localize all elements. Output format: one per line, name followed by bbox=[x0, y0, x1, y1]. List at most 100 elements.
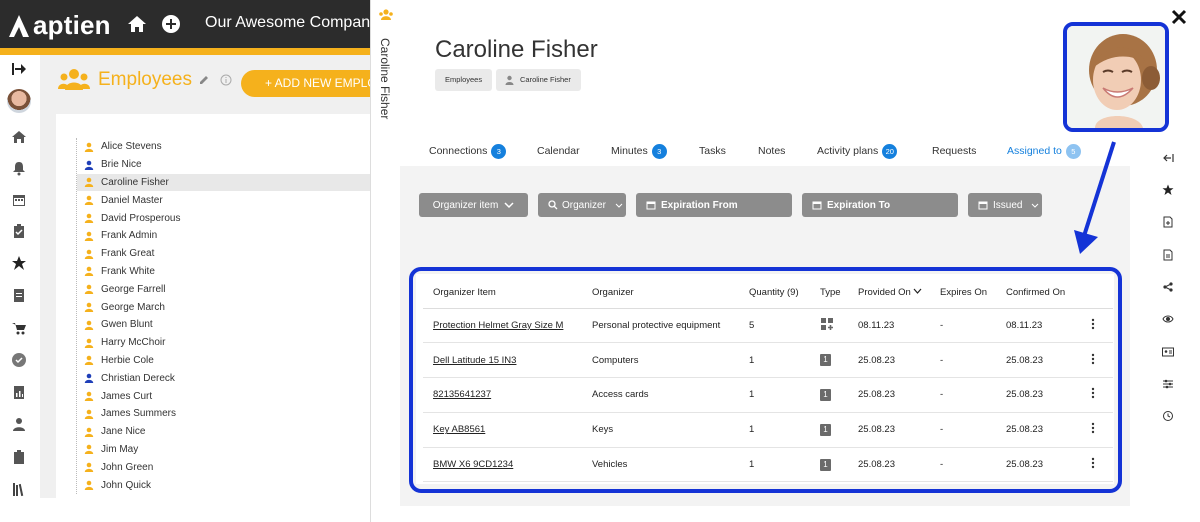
avatar[interactable] bbox=[7, 89, 31, 113]
add-circle-icon[interactable] bbox=[161, 14, 181, 34]
calendar-icon bbox=[646, 201, 656, 210]
clipboard-list-icon[interactable] bbox=[11, 449, 27, 465]
employees-group-icon bbox=[379, 9, 393, 20]
list-item[interactable]: James Curt bbox=[77, 387, 370, 405]
list-item[interactable]: David Prosperous bbox=[77, 209, 370, 227]
logo-mark-icon bbox=[9, 14, 29, 37]
tab-tasks[interactable]: Tasks bbox=[699, 136, 726, 166]
tab-badge: 3 bbox=[491, 143, 507, 159]
tab-requests[interactable]: Requests bbox=[932, 136, 976, 166]
document-icon[interactable] bbox=[1162, 249, 1174, 261]
person-icon bbox=[84, 195, 94, 206]
collapse-arrow-icon[interactable] bbox=[11, 61, 27, 77]
collapse-left-icon[interactable] bbox=[1162, 152, 1174, 164]
calendar-icon bbox=[978, 201, 988, 210]
bell-icon[interactable] bbox=[11, 160, 27, 176]
profile-photo[interactable] bbox=[1067, 26, 1165, 128]
list-item[interactable]: Frank Great bbox=[77, 245, 370, 263]
breadcrumb-person-label: Caroline Fisher bbox=[520, 75, 571, 84]
person-icon bbox=[84, 480, 94, 491]
report-icon[interactable] bbox=[11, 384, 27, 400]
person-icon[interactable] bbox=[11, 416, 27, 432]
file-icon[interactable] bbox=[1162, 216, 1174, 228]
add-new-employee-button[interactable]: + ADD NEW EMPLOYEE bbox=[241, 70, 381, 97]
document-icon[interactable] bbox=[11, 287, 27, 303]
settings-sliders-icon[interactable] bbox=[1162, 378, 1174, 390]
list-item[interactable]: Caroline Fisher bbox=[77, 173, 370, 192]
list-item[interactable]: Herbie Cole bbox=[77, 352, 370, 370]
person-icon bbox=[84, 213, 94, 224]
eye-icon[interactable] bbox=[1162, 313, 1174, 325]
cart-icon[interactable] bbox=[11, 320, 27, 336]
tab-label: Notes bbox=[758, 145, 786, 157]
filter-label: Issued bbox=[993, 199, 1023, 211]
list-item[interactable]: Daniel Master bbox=[77, 191, 370, 209]
pencil-icon[interactable] bbox=[198, 74, 210, 86]
list-item-label: Christian Dereck bbox=[101, 372, 175, 384]
list-item-label: Caroline Fisher bbox=[101, 176, 169, 188]
person-icon bbox=[84, 427, 94, 437]
list-item[interactable]: Harry McChoir bbox=[77, 334, 370, 352]
issued-filter[interactable]: Issued bbox=[968, 193, 1042, 217]
list-item[interactable]: Jane Nice bbox=[77, 423, 370, 441]
tab-minutes[interactable]: Minutes 3 bbox=[611, 136, 667, 166]
close-icon[interactable] bbox=[1170, 8, 1188, 26]
list-item[interactable]: John Quick bbox=[77, 476, 370, 494]
library-icon[interactable] bbox=[11, 481, 27, 497]
list-item[interactable]: Brie Nice bbox=[77, 156, 370, 174]
tab-label: Assigned to bbox=[1007, 145, 1062, 157]
organizer-filter[interactable]: Organizer bbox=[538, 193, 626, 217]
employee-list-card: Alice Stevens Brie Nice Caroline Fisher Dan… bbox=[56, 114, 370, 498]
calendar-icon[interactable] bbox=[11, 192, 27, 208]
tab-connections[interactable]: Connections 3 bbox=[429, 136, 507, 166]
list-item[interactable]: James Summers bbox=[77, 405, 370, 423]
list-item[interactable]: Gwen Blunt bbox=[77, 316, 370, 334]
tab-activity-plans[interactable]: Activity plans 20 bbox=[817, 136, 898, 166]
list-item[interactable]: George Farrell bbox=[77, 280, 370, 298]
tab-notes[interactable]: Notes bbox=[758, 136, 785, 166]
person-icon bbox=[84, 320, 94, 330]
list-item[interactable]: Frank Admin bbox=[77, 227, 370, 245]
person-icon bbox=[84, 409, 94, 419]
employees-header: Employees bbox=[58, 68, 232, 92]
list-item-label: David Prosperous bbox=[101, 212, 181, 224]
list-item-label: Jim May bbox=[101, 443, 139, 455]
filter-label: Expiration To bbox=[827, 199, 891, 211]
breadcrumb-person[interactable]: Caroline Fisher bbox=[496, 69, 581, 91]
tab-label: Activity plans bbox=[817, 145, 879, 157]
logo-text: aptien bbox=[33, 10, 111, 40]
company-name[interactable]: Our Awesome Company bbox=[205, 14, 378, 32]
list-item[interactable]: Christian Dereck bbox=[77, 369, 370, 387]
home-icon[interactable] bbox=[127, 14, 147, 34]
id-card-icon[interactable] bbox=[1162, 346, 1174, 358]
logo[interactable]: aptien bbox=[8, 10, 111, 41]
tab-badge: 20 bbox=[882, 143, 898, 159]
expiration-to-field[interactable]: Expiration To bbox=[802, 193, 958, 217]
history-icon[interactable] bbox=[1162, 410, 1174, 422]
list-item-label: Frank White bbox=[101, 265, 155, 277]
home-icon[interactable] bbox=[11, 129, 27, 145]
breadcrumb-employees[interactable]: Employees bbox=[435, 69, 493, 91]
person-icon bbox=[505, 75, 514, 85]
tab-badge: 3 bbox=[651, 143, 667, 159]
check-circle-icon[interactable] bbox=[11, 352, 27, 368]
list-item[interactable]: Alice Stevens bbox=[77, 138, 370, 156]
organizer-item-filter[interactable]: Organizer item bbox=[419, 193, 528, 217]
star-icon[interactable] bbox=[11, 255, 27, 271]
star-icon[interactable] bbox=[1162, 184, 1174, 196]
list-item[interactable]: George March bbox=[77, 298, 370, 316]
expiration-from-field[interactable]: Expiration From bbox=[636, 193, 792, 217]
filter-label: Organizer item bbox=[432, 199, 499, 211]
clipboard-icon[interactable] bbox=[11, 223, 27, 239]
list-item[interactable]: Jim May bbox=[77, 441, 370, 459]
list-item-label: Alice Stevens bbox=[101, 141, 162, 153]
tab-calendar[interactable]: Calendar bbox=[537, 136, 580, 166]
list-item-label: Gwen Blunt bbox=[101, 319, 153, 331]
list-item[interactable]: Frank White bbox=[77, 263, 370, 281]
list-item-label: Harry McChoir bbox=[101, 337, 166, 349]
share-icon[interactable] bbox=[1162, 281, 1174, 293]
info-icon[interactable] bbox=[220, 74, 232, 86]
list-item[interactable]: John Green bbox=[77, 458, 370, 476]
tab-label: Connections bbox=[429, 145, 488, 157]
tab-label: Calendar bbox=[537, 145, 580, 157]
